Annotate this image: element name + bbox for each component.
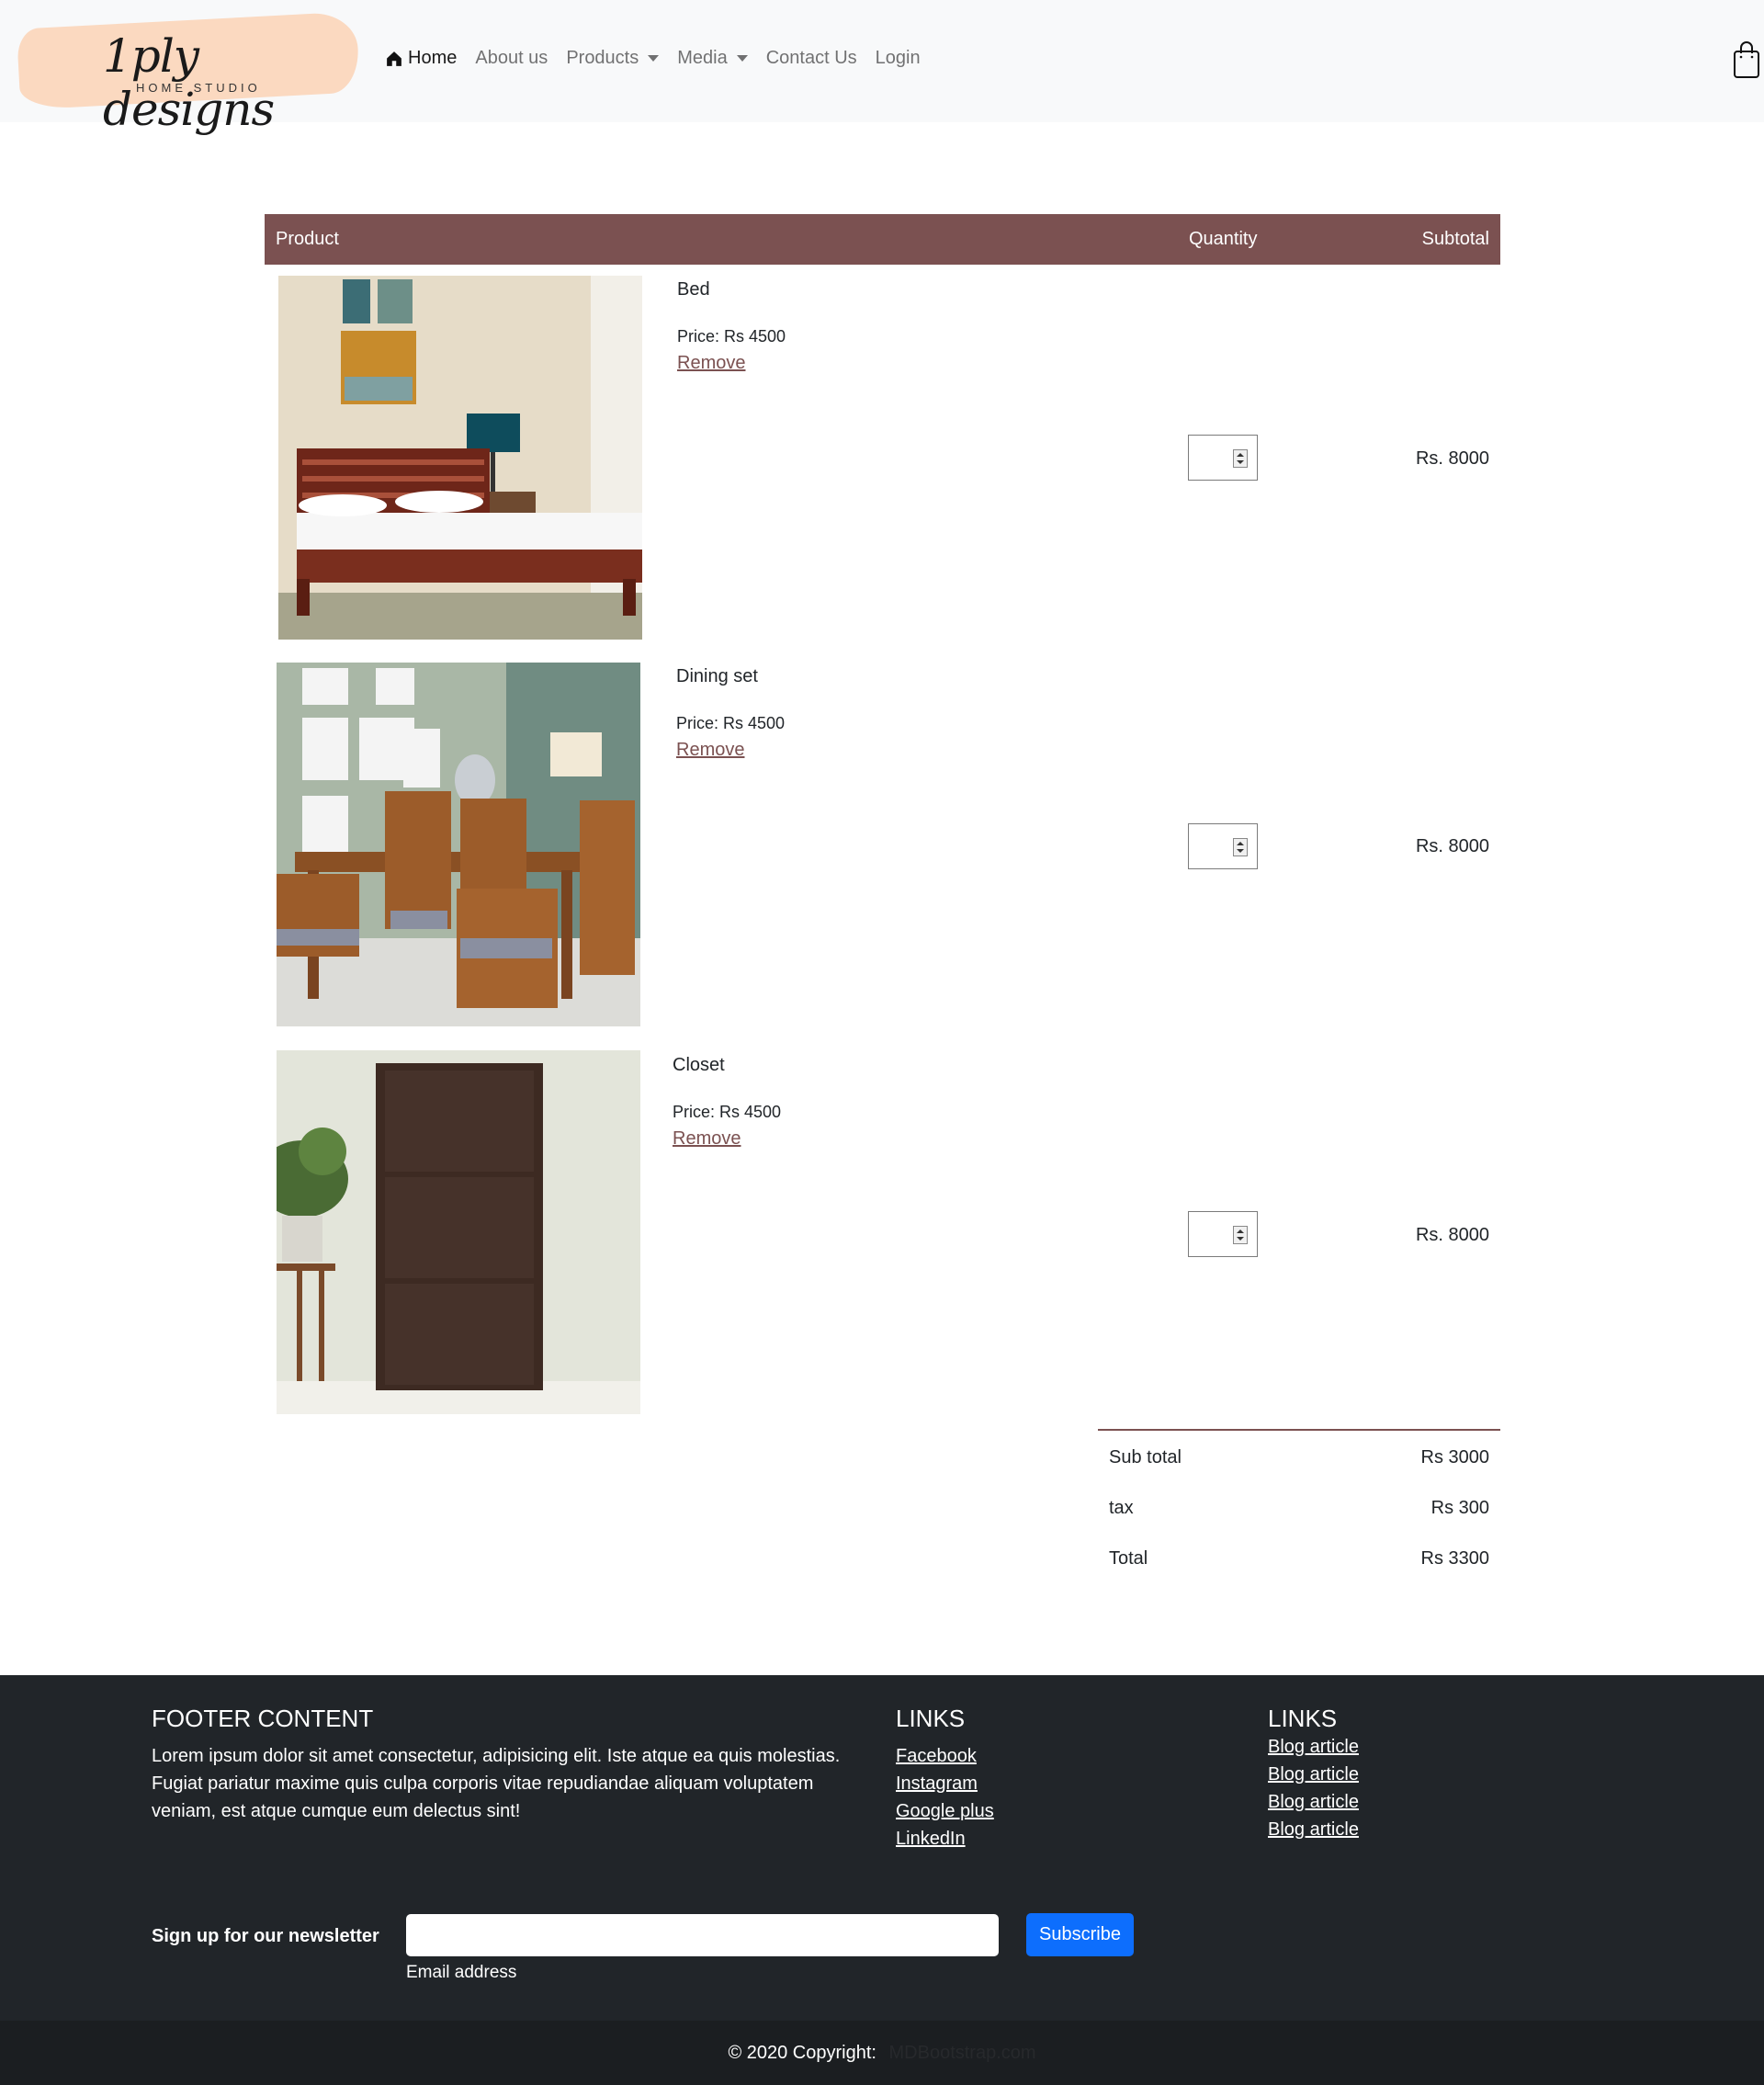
product-price: Price: Rs 4500 — [677, 327, 786, 346]
nav-contact[interactable]: Contact Us — [766, 48, 857, 69]
list-item: Facebook — [896, 1742, 994, 1770]
brand-tagline: HOME STUDIO — [136, 81, 261, 95]
header-product: Product — [276, 229, 339, 249]
footer-link-linkedin[interactable]: LinkedIn — [896, 1829, 966, 1849]
nav-login[interactable]: Login — [876, 48, 921, 69]
nav-about[interactable]: About us — [475, 48, 548, 69]
cart-table-header: Product Quantity Subtotal — [265, 214, 1500, 265]
quantity-input[interactable] — [1188, 823, 1258, 869]
footer-link-blog[interactable]: Blog article — [1268, 1737, 1359, 1757]
total-row: Total Rs 3300 — [1098, 1532, 1500, 1582]
blog-links-list: Blog article Blog article Blog article B… — [1268, 1733, 1359, 1843]
footer-content-title: FOOTER CONTENT — [152, 1705, 374, 1732]
product-name: Dining set — [676, 666, 758, 686]
footer-link-instagram[interactable]: Instagram — [896, 1773, 978, 1794]
list-item: Instagram — [896, 1770, 994, 1797]
newsletter-label: Sign up for our newsletter — [152, 1926, 379, 1946]
quantity-stepper[interactable] — [1233, 449, 1248, 468]
subtotal-row: Sub total Rs 3000 — [1098, 1431, 1500, 1481]
footer-link-facebook[interactable]: Facebook — [896, 1746, 977, 1766]
cart-row: Bed Price: Rs 4500 Remove Rs. 8000 — [265, 276, 1500, 652]
total-value: Rs 3300 — [1420, 1548, 1490, 1569]
copyright-text: © 2020 Copyright: — [728, 2043, 876, 2063]
nav-login-label: Login — [875, 48, 921, 68]
list-item: Blog article — [1268, 1761, 1359, 1788]
tax-row: tax Rs 300 — [1098, 1481, 1500, 1532]
list-item: Google plus — [896, 1797, 994, 1825]
copyright-link[interactable]: MDBootstrap.com — [889, 2043, 1036, 2063]
subtotal-value: Rs 3000 — [1420, 1447, 1490, 1467]
header-subtotal: Subtotal — [1421, 229, 1489, 249]
product-image-closet — [277, 1050, 640, 1414]
list-item: LinkedIn — [896, 1825, 994, 1853]
home-icon — [387, 51, 401, 66]
nav-home[interactable]: Home — [386, 48, 457, 69]
nav-products-label: Products — [566, 48, 639, 68]
product-price: Price: Rs 4500 — [673, 1103, 782, 1121]
footer-link-blog[interactable]: Blog article — [1268, 1819, 1359, 1840]
subscribe-button[interactable]: Subscribe — [1026, 1913, 1134, 1956]
social-links-list: Facebook Instagram Google plus LinkedIn — [896, 1742, 994, 1853]
nav-media-dropdown[interactable]: Media — [677, 48, 748, 69]
quantity-stepper[interactable] — [1233, 838, 1248, 856]
footer-link-blog[interactable]: Blog article — [1268, 1792, 1359, 1812]
navbar: 1ply designs HOME STUDIO Home About us P… — [0, 0, 1764, 136]
footer-blog-title: LINKS — [1268, 1705, 1338, 1732]
cart-row: Closet Price: Rs 4500 Remove Rs. 8000 — [265, 1050, 1500, 1427]
list-item: Blog article — [1268, 1733, 1359, 1761]
product-name: Closet — [673, 1055, 725, 1075]
nav-contact-label: Contact Us — [765, 48, 857, 68]
cart-totals: Sub total Rs 3000 tax Rs 300 Total Rs 33… — [1098, 1429, 1500, 1582]
chevron-down-icon — [736, 55, 748, 62]
quantity-input[interactable] — [1188, 1211, 1258, 1257]
newsletter-email-input[interactable] — [406, 1914, 999, 1956]
chevron-down-icon — [648, 55, 660, 62]
email-caption: Email address — [406, 1963, 517, 1982]
nav-products-dropdown[interactable]: Products — [566, 48, 660, 69]
nav-about-label: About us — [475, 48, 548, 68]
remove-link[interactable]: Remove — [676, 740, 744, 761]
subtotal-label: Sub total — [1109, 1447, 1182, 1467]
product-image-dining-set — [277, 663, 640, 1026]
remove-link[interactable]: Remove — [677, 353, 745, 374]
footer-content-text: Lorem ipsum dolor sit amet consectetur, … — [152, 1746, 841, 1821]
main-nav: Home About us Products Media Contact Us … — [386, 48, 939, 69]
copyright-bar: © 2020 Copyright: MDBootstrap.com — [0, 2021, 1764, 2085]
product-name: Bed — [677, 279, 710, 300]
header-quantity: Quantity — [1189, 229, 1258, 249]
list-item: Blog article — [1268, 1816, 1359, 1843]
row-subtotal: Rs. 8000 — [1415, 836, 1489, 856]
footer-links-title: LINKS — [896, 1705, 966, 1732]
footer-link-google-plus[interactable]: Google plus — [896, 1801, 994, 1821]
nav-media-label: Media — [677, 48, 728, 68]
row-subtotal: Rs. 8000 — [1415, 448, 1489, 469]
cart-row: Dining set Price: Rs 4500 Remove Rs. 800… — [265, 663, 1500, 1039]
footer-link-blog[interactable]: Blog article — [1268, 1764, 1359, 1785]
brand-logo[interactable]: 1ply designs HOME STUDIO — [16, 11, 361, 136]
tax-label: tax — [1109, 1498, 1134, 1518]
quantity-stepper[interactable] — [1233, 1226, 1248, 1244]
product-price: Price: Rs 4500 — [676, 714, 786, 732]
remove-link[interactable]: Remove — [673, 1128, 741, 1150]
shopping-bag-icon[interactable] — [1733, 40, 1760, 79]
row-subtotal: Rs. 8000 — [1415, 1225, 1489, 1245]
list-item: Blog article — [1268, 1788, 1359, 1816]
product-image-bed — [278, 276, 642, 640]
total-label: Total — [1109, 1548, 1148, 1569]
quantity-input[interactable] — [1188, 435, 1258, 481]
tax-value: Rs 300 — [1430, 1498, 1489, 1518]
nav-home-label: Home — [408, 48, 458, 68]
footer: FOOTER CONTENT Lorem ipsum dolor sit ame… — [0, 1675, 1764, 2021]
